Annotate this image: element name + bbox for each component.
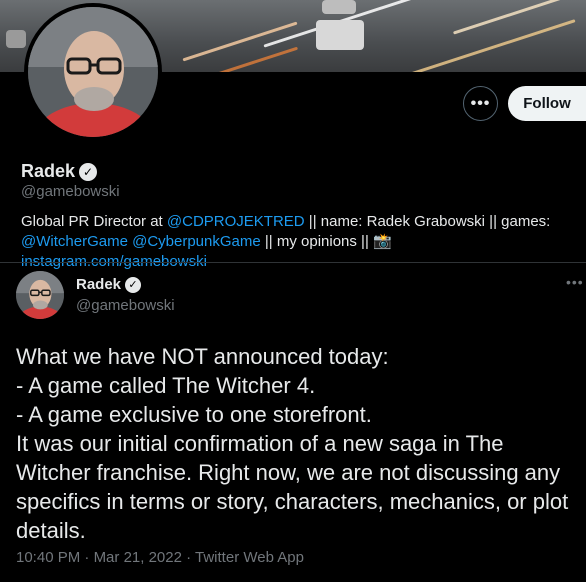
verified-badge-icon: ✓	[79, 162, 98, 181]
tweet-meta: 10:40 PM · Mar 21, 2022 · Twitter Web Ap…	[16, 549, 304, 566]
tweet-date[interactable]: Mar 21, 2022	[94, 549, 182, 566]
meta-separator: ·	[80, 549, 94, 566]
avatar-portrait-image	[28, 7, 158, 137]
banner-car	[6, 30, 26, 48]
tweet-author-name-row[interactable]: Radek ✓	[76, 276, 142, 293]
profile-header: ••• Follow Radek ✓ @gamebowski Global PR…	[0, 0, 586, 270]
tweet-more-icon[interactable]: •••	[566, 274, 584, 290]
tweet-source: Twitter Web App	[195, 549, 304, 566]
banner-light-streak	[384, 19, 576, 72]
bio-link-witchergame[interactable]: @WitcherGame	[21, 233, 128, 250]
follow-button[interactable]: Follow	[508, 86, 586, 121]
profile-display-name: Radek	[21, 161, 76, 181]
avatar-portrait-image	[16, 271, 64, 319]
banner-light-streak	[452, 0, 586, 35]
tweet-text: What we have NOT announced today: - A ga…	[16, 344, 569, 543]
profile-name-row: Radek ✓	[21, 161, 98, 182]
banner-car	[322, 0, 356, 14]
profile-handle: @gamebowski	[21, 183, 120, 200]
profile-more-button[interactable]: •••	[463, 86, 498, 121]
bio-link-cyberpunkgame[interactable]: @CyberpunkGame	[132, 233, 261, 250]
bio-text: Global PR Director at	[21, 213, 167, 230]
tweet-time[interactable]: 10:40 PM	[16, 549, 80, 566]
bio-text: || my opinions ||	[260, 233, 374, 250]
profile-bio: Global PR Director at @CDPROJEKTRED || n…	[21, 212, 581, 272]
banner-car	[316, 20, 364, 50]
tweet-author-avatar[interactable]	[16, 271, 64, 319]
bio-link-cdprojektred[interactable]: @CDPROJEKTRED	[167, 213, 305, 230]
more-horizontal-icon: •••	[470, 94, 491, 112]
meta-separator: ·	[181, 549, 196, 566]
tweet-author-name[interactable]: Radek	[76, 276, 121, 293]
camera-emoji-icon: 📸	[373, 233, 392, 250]
tweet-author-handle[interactable]: @gamebowski	[76, 297, 175, 314]
profile-avatar[interactable]	[24, 3, 162, 141]
verified-badge-icon: ✓	[125, 276, 142, 293]
section-divider	[0, 262, 586, 263]
bio-text: || name: Radek Grabowski || games:	[304, 213, 551, 230]
